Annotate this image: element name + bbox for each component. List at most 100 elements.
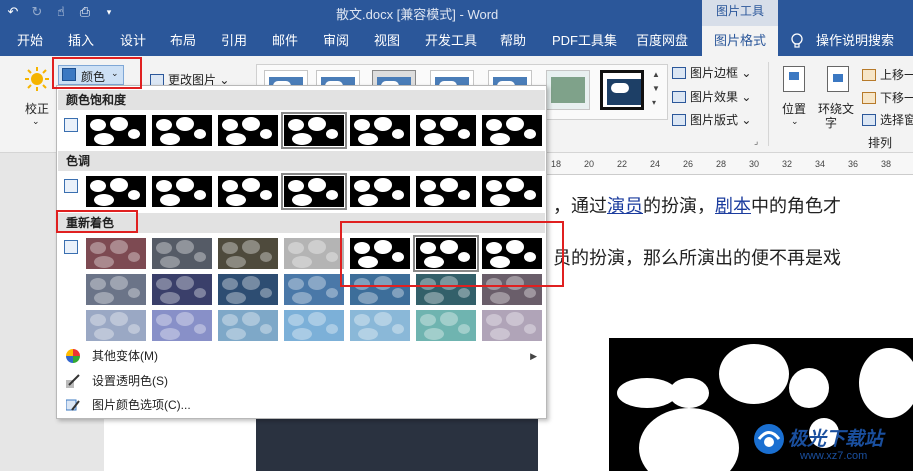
tab-design[interactable]: 设计 (120, 26, 146, 56)
tab-references[interactable]: 引用 (221, 26, 247, 56)
recolor-option-thumbnail[interactable] (85, 237, 147, 270)
saturation-option-thumbnail[interactable] (217, 114, 279, 147)
tone-option-thumbnail[interactable] (349, 175, 411, 208)
set-transparent-color-menu-item[interactable]: 设置透明色(S) (58, 369, 545, 393)
color-wheel-icon (66, 349, 80, 363)
recolor-option-thumbnail[interactable] (151, 273, 213, 306)
position-chevron-icon[interactable]: ⌄ (791, 116, 799, 127)
selection-pane-icon (862, 114, 876, 126)
wrap-text-icon (827, 66, 849, 92)
print-preview-icon[interactable]: ⎙ (76, 3, 94, 21)
picture-border-button[interactable]: 图片边框 ⌄ (672, 64, 751, 81)
recolor-option-thumbnail[interactable] (151, 309, 213, 342)
corrections-button[interactable]: 校正 (25, 100, 49, 117)
bring-forward-button[interactable]: 上移一 (862, 66, 913, 83)
ruler-tick-label: 22 (617, 159, 628, 169)
recolor-option-thumbnail[interactable] (85, 273, 147, 306)
picture-layout-button[interactable]: 图片版式 ⌄ (672, 111, 751, 128)
recolor-option-thumbnail[interactable] (217, 309, 279, 342)
recolor-option-thumbnail[interactable] (283, 237, 345, 270)
more-variations-label: 其他变体(M) (92, 349, 158, 363)
ribbon-tab-row: 开始 插入 设计 布局 引用 邮件 审阅 视图 开发工具 帮助 PDF工具集 百… (0, 26, 913, 56)
recolor-option-thumbnail[interactable] (217, 273, 279, 306)
tab-pdf-tools[interactable]: PDF工具集 (552, 26, 617, 56)
tab-review[interactable]: 审阅 (323, 26, 349, 56)
saturation-option-thumbnail[interactable] (281, 112, 347, 149)
recolor-option-thumbnail[interactable] (481, 309, 543, 342)
tone-option-thumbnail[interactable] (217, 175, 279, 208)
recolor-option-thumbnail[interactable] (85, 309, 147, 342)
tab-layout[interactable]: 布局 (170, 26, 196, 56)
highlight-box-recolor-options (340, 221, 564, 287)
hyperlink-script[interactable]: 剧本 (715, 196, 751, 217)
tab-help[interactable]: 帮助 (500, 26, 526, 56)
picture-style-7[interactable] (600, 70, 644, 110)
recolor-option-thumbnail[interactable] (415, 309, 477, 342)
ruler-tick-label: 28 (716, 159, 727, 169)
position-icon (783, 66, 805, 92)
picture-effects-label: 图片效果 (690, 90, 739, 104)
recolor-icon (64, 240, 78, 254)
tone-option-thumbnail[interactable] (415, 175, 477, 208)
tell-me-search[interactable]: 操作说明搜索 (816, 26, 894, 56)
watermark-url: www.xz7.com (800, 450, 868, 462)
title-bar: ↶ ↻ ☝ ⎙ ▾ 散文.docx [兼容模式] - Word 图片工具 (0, 0, 913, 26)
tab-baidu-netdisk[interactable]: 百度网盘 (636, 26, 688, 56)
watermark-text: 极光下载站 (788, 429, 884, 450)
picture-color-options-menu-item[interactable]: 图片颜色选项(C)... (58, 393, 545, 417)
gallery-scroll-arrows[interactable]: ▲ ▼ ▾ (652, 68, 660, 110)
picture-style-6[interactable] (546, 70, 590, 110)
customize-qat-icon[interactable]: ▾ (100, 3, 118, 21)
set-transparent-label: 设置透明色(S) (92, 374, 168, 388)
saturation-option-thumbnail[interactable] (415, 114, 477, 147)
touch-mode-icon[interactable]: ☝ (52, 3, 70, 21)
quick-access-toolbar: ↶ ↻ ☝ ⎙ ▾ (4, 3, 118, 21)
document-paragraph-line-2[interactable]: 员的扮演，那么所演出的便不再是戏 (553, 244, 841, 270)
watermark-logo-icon (754, 424, 784, 454)
tab-view[interactable]: 视图 (374, 26, 400, 56)
saturation-option-thumbnail[interactable] (349, 114, 411, 147)
tone-option-thumbnail[interactable] (85, 175, 147, 208)
recolor-option-thumbnail[interactable] (283, 309, 345, 342)
ruler-tick-label: 34 (815, 159, 826, 169)
tone-option-thumbnail[interactable] (481, 175, 543, 208)
recolor-option-thumbnail[interactable] (217, 237, 279, 270)
tab-home[interactable]: 开始 (17, 26, 43, 56)
recolor-option-thumbnail[interactable] (349, 309, 411, 342)
highlight-box-color-button (52, 57, 142, 89)
picture-effects-button[interactable]: 图片效果 ⌄ (672, 88, 751, 105)
recolor-option-thumbnail[interactable] (151, 237, 213, 270)
send-backward-button[interactable]: 下移一 (862, 89, 913, 106)
tab-developer[interactable]: 开发工具 (425, 26, 477, 56)
saturation-option-thumbnail[interactable] (481, 114, 543, 147)
more-variations-menu-item[interactable]: 其他变体(M) ▶ (58, 344, 545, 368)
document-title: 散文.docx [兼容模式] - Word (336, 7, 499, 22)
corrections-chevron-icon[interactable]: ⌄ (32, 116, 40, 127)
tab-picture-format[interactable]: 图片格式 (702, 26, 779, 56)
tone-option-thumbnail[interactable] (151, 175, 213, 208)
recolor-option-thumbnail[interactable] (283, 273, 345, 306)
photo-picture-partial[interactable] (256, 418, 538, 471)
bring-forward-icon (862, 69, 876, 81)
horizontal-ruler: 18 20 22 24 26 28 30 32 34 36 38 (547, 153, 913, 175)
doc-text: 中的角色才 (751, 196, 841, 217)
highlight-box-recolor-header (56, 210, 138, 233)
tone-section-header: 色调 (58, 151, 545, 171)
position-button[interactable]: 位置 (782, 100, 806, 117)
send-backward-label: 下移一 (880, 91, 913, 105)
saturation-option-thumbnail[interactable] (151, 114, 213, 147)
selection-pane-button[interactable]: 选择窗 (862, 111, 913, 128)
dialog-launcher-icon[interactable]: ⌟ (754, 136, 758, 147)
hyperlink-actor[interactable]: 演员 (607, 196, 643, 217)
saturation-option-thumbnail[interactable] (85, 114, 147, 147)
ruler-tick-label: 32 (782, 159, 793, 169)
document-paragraph-line-1[interactable]: ，通过演员的扮演，剧本中的角色才 (553, 192, 841, 218)
tone-option-thumbnail[interactable] (281, 173, 347, 210)
undo-icon[interactable]: ↶ (4, 3, 22, 21)
arrange-group-label: 排列 (868, 136, 893, 150)
group-separator (768, 62, 769, 146)
tab-mailings[interactable]: 邮件 (272, 26, 298, 56)
picture-border-icon (672, 67, 686, 79)
tab-insert[interactable]: 插入 (68, 26, 94, 56)
redo-icon[interactable]: ↻ (28, 3, 46, 21)
